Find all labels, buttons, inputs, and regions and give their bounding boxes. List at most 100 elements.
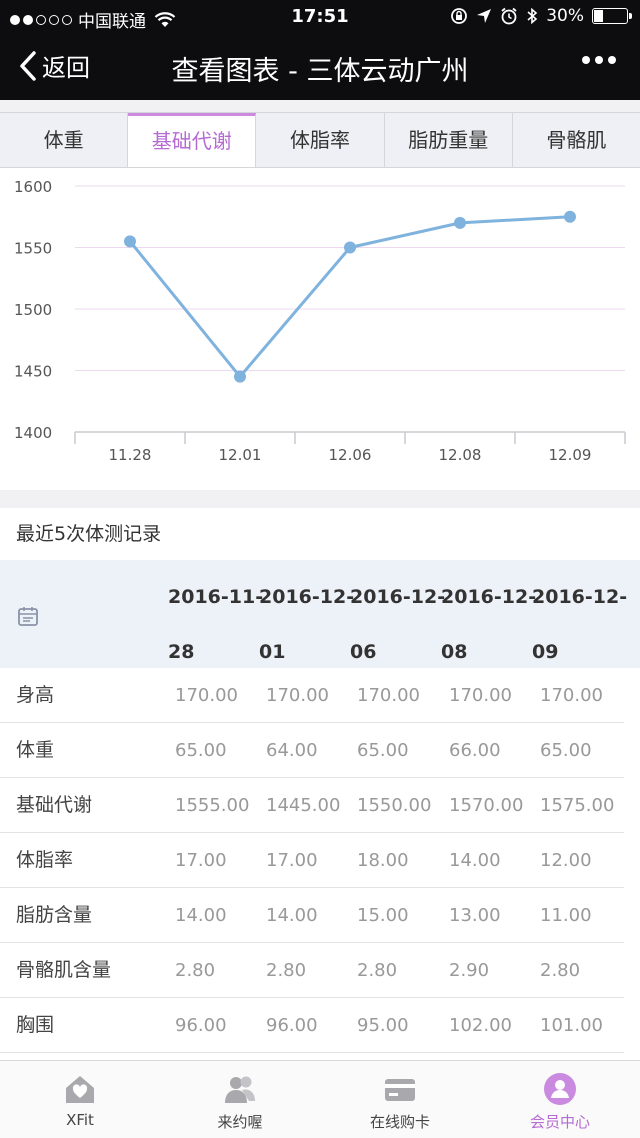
tabbar-item-appointment[interactable]: 来约喔	[160, 1061, 320, 1138]
y-tick-label: 1450	[14, 363, 52, 381]
row-label: 基础代谢	[16, 794, 93, 816]
row-label: 体重	[16, 739, 55, 761]
table-cell: 14.00	[449, 850, 501, 871]
data-point	[564, 210, 576, 223]
alarm-icon	[501, 7, 517, 25]
table-cell: 2.80	[540, 960, 581, 981]
x-tick-label: 12.06	[329, 446, 372, 464]
table-cell: 95.00	[357, 1015, 409, 1036]
date-header: 2016-12- 08	[441, 586, 537, 663]
battery-percent: 30%	[546, 6, 584, 26]
table-cell: 1575.00	[540, 795, 615, 816]
table-cell: 14.00	[266, 905, 318, 926]
table-cell: 2.80	[357, 960, 398, 981]
table-row: 身高 170.00 170.00 170.00 170.00 170.00	[0, 668, 624, 723]
x-tick-label: 12.08	[439, 446, 482, 464]
rotation-lock-icon	[451, 8, 468, 24]
page-title: 查看图表 - 三体云动广州	[171, 56, 469, 87]
data-point	[344, 241, 356, 254]
table-cell: 65.00	[540, 740, 592, 761]
tab-fat-weight[interactable]: 脂肪重量	[384, 113, 513, 167]
table-row: 脂肪含量 14.00 14.00 15.00 13.00 11.00	[0, 888, 624, 943]
table-cell: 17.00	[175, 850, 227, 871]
tab-skeletal-muscle[interactable]: 骨骼肌	[512, 113, 640, 167]
table-cell: 1445.00	[266, 795, 341, 816]
table-cell: 2.80	[175, 960, 216, 981]
status-bar: 中国联通 17:51 30%	[0, 0, 640, 34]
chart-svg: 1400 1450 1500 1550 1600 11.28 12.01 12.06 12.08…	[14, 178, 626, 464]
table-cell: 65.00	[357, 740, 409, 761]
records-section: 最近5次体测记录 2016-11- 28 2016-12- 01 2016-12- 0…	[0, 508, 640, 1060]
table-cell: 15.00	[357, 905, 409, 926]
table-cell: 65.00	[175, 740, 227, 761]
table-row: 体脂率 17.00 17.00 18.00 14.00 12.00	[0, 833, 624, 888]
line-chart: 1400 1450 1500 1550 1600 11.28 12.01 12.06 12.08…	[0, 168, 640, 490]
row-label: 体脂率	[16, 849, 74, 871]
table-row: 骨骼肌含量 2.80 2.80 2.80 2.90 2.80	[0, 943, 624, 998]
x-tick-label: 11.28	[109, 446, 152, 464]
tab-bmr[interactable]: 基础代谢	[128, 113, 257, 167]
more-dots-icon	[582, 56, 590, 64]
nav-bar: 返回 查看图表 - 三体云动广州	[0, 34, 640, 100]
tabbar-item-xfit[interactable]: XFit	[0, 1061, 160, 1138]
table-cell: 14.00	[175, 905, 227, 926]
table-row: 基础代谢 1555.00 1445.00 1550.00 1570.00 1575.00	[0, 778, 624, 833]
home-icon	[66, 1076, 94, 1103]
y-tick-label: 1400	[14, 424, 52, 442]
x-tick-label: 12.01	[219, 446, 262, 464]
date-header: 2016-12- 01	[259, 586, 355, 663]
row-label: 骨骼肌含量	[16, 959, 112, 981]
table-cell: 11.00	[540, 905, 592, 926]
table-cell: 170.00	[175, 685, 238, 706]
calendar-icon	[18, 607, 38, 626]
row-label: 胸围	[16, 1014, 55, 1036]
date-header: 2016-11- 28	[168, 586, 264, 663]
table-cell: 2.80	[266, 960, 307, 981]
data-point	[234, 370, 246, 383]
table-cell: 170.00	[357, 685, 420, 706]
table-cell: 170.00	[540, 685, 603, 706]
battery-icon	[592, 8, 632, 24]
table-cell: 1550.00	[357, 795, 432, 816]
member-icon	[544, 1073, 576, 1105]
tabbar-label: 会员中心	[529, 1113, 590, 1131]
y-tick-label: 1550	[14, 240, 52, 258]
table-cell: 101.00	[540, 1015, 603, 1036]
row-label: 脂肪含量	[16, 904, 93, 926]
tab-weight[interactable]: 体重	[0, 113, 129, 167]
records-title: 最近5次体测记录	[16, 523, 162, 545]
table-cell: 1555.00	[175, 795, 250, 816]
tab-body-fat-rate[interactable]: 体脂率	[256, 113, 385, 167]
tabbar-item-buy-card[interactable]: 在线购卡	[320, 1061, 480, 1138]
table-cell: 1570.00	[449, 795, 524, 816]
x-tick-label: 12.09	[549, 446, 592, 464]
table-cell: 170.00	[266, 685, 329, 706]
y-tick-label: 1600	[14, 178, 52, 196]
metric-tabs: 体重 基础代谢 体脂率 脂肪重量 骨骼肌	[0, 112, 640, 168]
people-icon	[225, 1076, 255, 1103]
series-line	[128, 215, 571, 379]
table-cell: 12.00	[540, 850, 592, 871]
table-cell: 96.00	[266, 1015, 318, 1036]
table-cell: 170.00	[449, 685, 512, 706]
table-cell: 13.00	[449, 905, 501, 926]
bluetooth-icon	[527, 7, 538, 25]
table-cell: 96.00	[175, 1015, 227, 1036]
more-button[interactable]	[582, 56, 616, 64]
table-cell: 17.00	[266, 850, 318, 871]
table-row: 体重 65.00 64.00 65.00 66.00 65.00	[0, 723, 624, 778]
table-cell: 64.00	[266, 740, 318, 761]
tabbar-label: 在线购卡	[369, 1113, 430, 1131]
table-row: 胸围 96.00 96.00 95.00 102.00 101.00	[0, 998, 624, 1053]
tabbar-label: XFit	[66, 1111, 94, 1129]
tabbar-item-member-center[interactable]: 会员中心	[480, 1061, 640, 1138]
bottom-tab-bar: XFit 来约喔 在线购卡 会员中心	[0, 1060, 640, 1138]
table-cell: 66.00	[449, 740, 501, 761]
data-point	[124, 235, 136, 248]
table-cell: 2.90	[449, 960, 490, 981]
location-icon	[477, 9, 492, 23]
date-header: 2016-12- 09	[532, 586, 628, 663]
row-label: 身高	[16, 684, 55, 706]
table-body: 身高 170.00 170.00 170.00 170.00 170.00 体重 65.00 6…	[0, 668, 640, 1053]
data-point	[454, 216, 466, 229]
